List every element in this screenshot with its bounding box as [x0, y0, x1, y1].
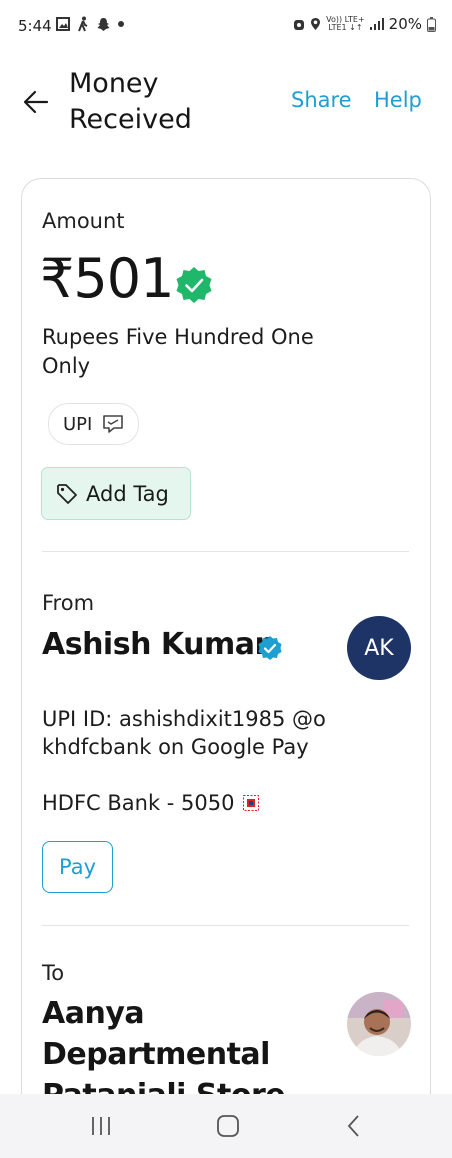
pay-button[interactable]: Pay [42, 841, 113, 893]
transaction-card: Amount ₹501 Rupees Five Hundred One Only… [21, 178, 431, 1158]
sender-bank: HDFC Bank - 5050 [42, 791, 259, 815]
walking-icon [78, 16, 88, 32]
back-arrow-icon[interactable] [22, 88, 50, 116]
signal-icon [369, 18, 384, 30]
sender-name: Ashish Kumar [42, 627, 269, 662]
sender-avatar: AK [347, 616, 411, 680]
gallery-icon [56, 17, 70, 31]
amount-value: ₹501 [40, 247, 174, 310]
system-back-icon[interactable] [340, 1112, 370, 1140]
dot-icon [118, 21, 124, 27]
system-navigation-bar [0, 1094, 452, 1158]
to-label: To [42, 961, 65, 985]
payment-method-label: UPI [63, 413, 93, 435]
battery-percent: 20% [388, 15, 422, 33]
add-tag-label: Add Tag [86, 481, 169, 506]
verified-check-icon [176, 267, 212, 303]
network-type-indicator: Vo)) LTE+ LTE1 ↓↑ [326, 15, 365, 32]
battery-icon [427, 16, 436, 32]
verified-badge-icon [258, 636, 282, 660]
amount-in-words: Rupees Five Hundred One Only [42, 325, 314, 378]
home-icon[interactable] [213, 1112, 243, 1140]
help-button[interactable]: Help [374, 88, 422, 112]
app-header: Money Received Share Help [0, 62, 452, 142]
share-button[interactable]: Share [291, 88, 352, 112]
page-title: Money Received [69, 68, 192, 135]
message-icon [103, 415, 124, 433]
divider [42, 551, 409, 552]
receiver-avatar [347, 992, 411, 1056]
recent-apps-icon[interactable] [86, 1112, 116, 1140]
divider [42, 925, 409, 926]
bank-account-label: HDFC Bank - 5050 [42, 791, 235, 815]
location-icon [311, 18, 321, 30]
tag-icon [57, 483, 77, 504]
amount-label: Amount [42, 209, 125, 233]
add-tag-button[interactable]: Add Tag [41, 467, 191, 520]
status-time: 5:44 [18, 17, 52, 35]
snapchat-icon [97, 17, 110, 31]
payment-method-chip[interactable]: UPI [48, 403, 140, 445]
from-label: From [42, 591, 95, 615]
alarm-icon [294, 20, 305, 30]
notification-icons [56, 16, 125, 32]
sender-upi-id: UPI ID: ashishdixit1985 @okhdfcbank on G… [42, 707, 326, 759]
hdfc-bank-logo-icon [242, 795, 259, 811]
status-bar: 5:44 Vo)) LTE+ LTE1 ↓↑ 20% [0, 0, 452, 52]
status-right: Vo)) LTE+ LTE1 ↓↑ 20% [293, 15, 436, 33]
